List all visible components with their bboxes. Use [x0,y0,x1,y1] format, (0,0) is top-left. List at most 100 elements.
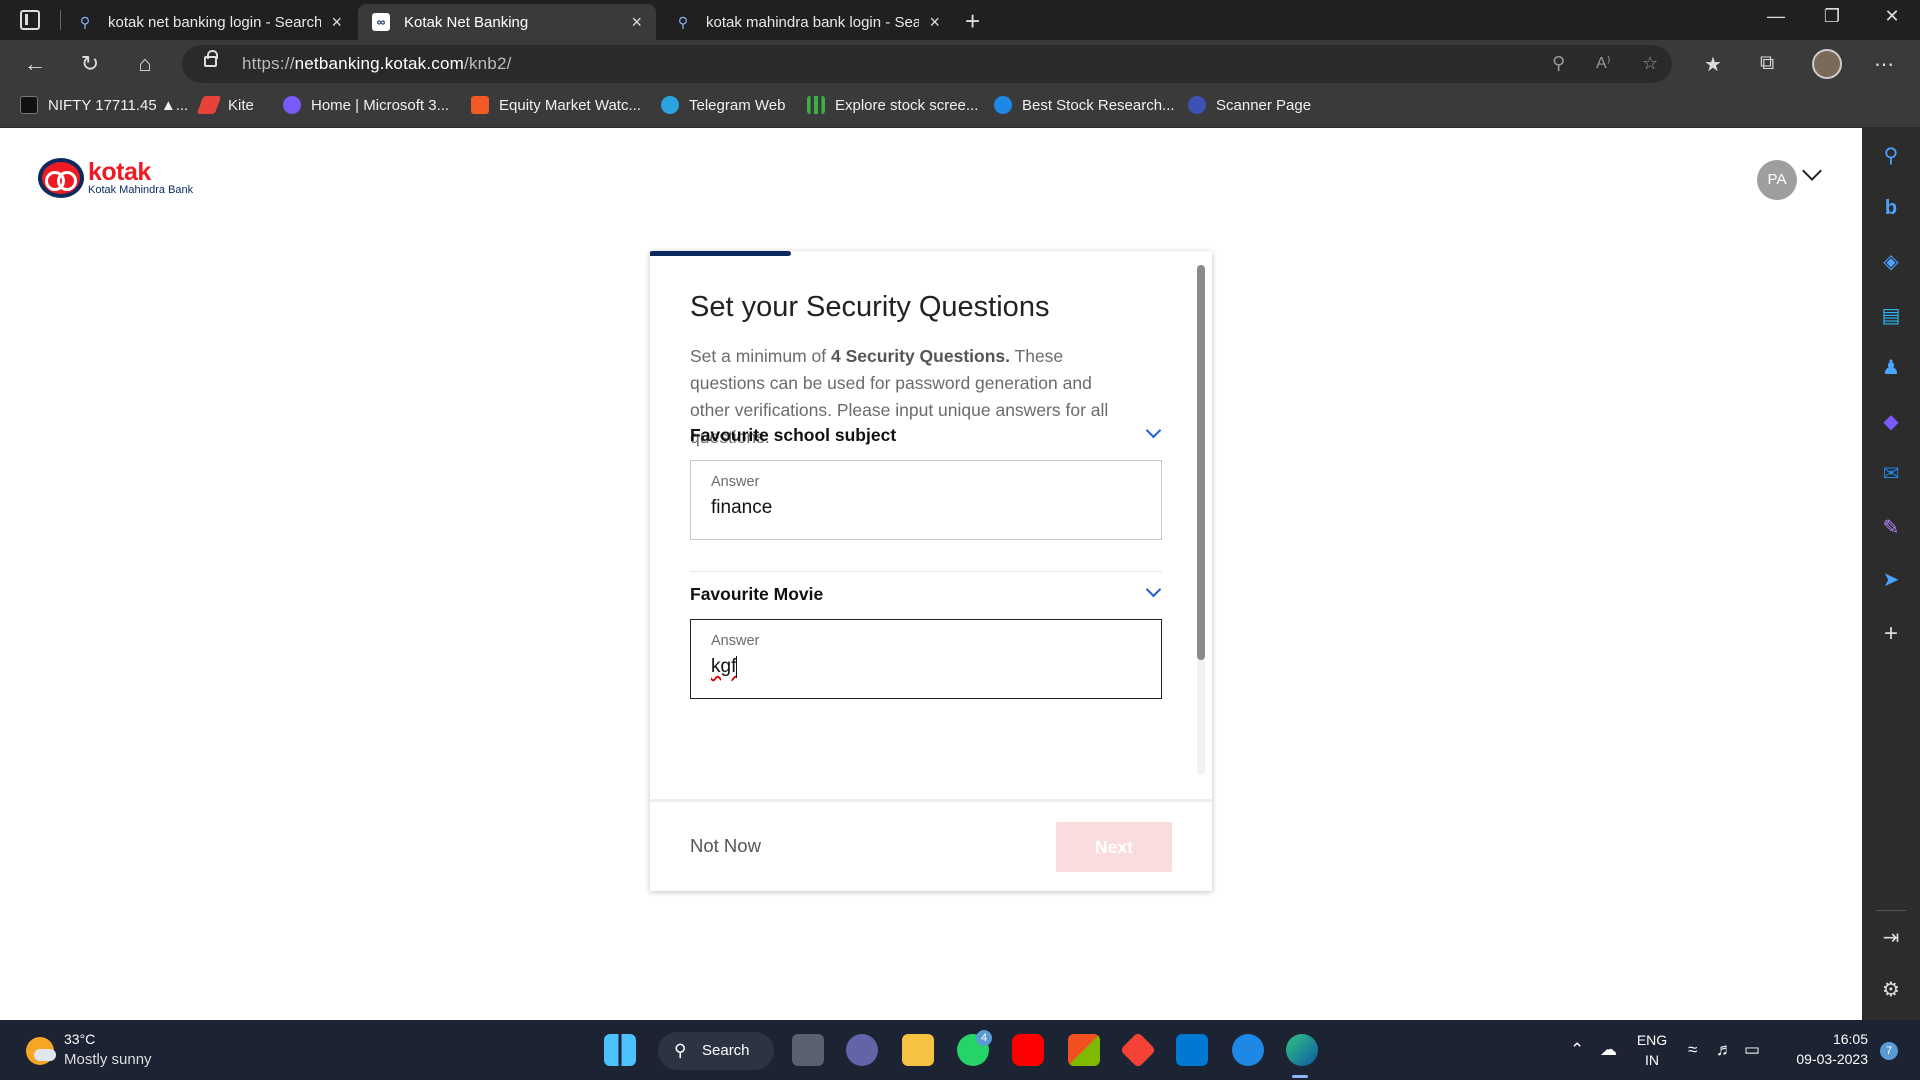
weather-condition[interactable]: Mostly sunny [64,1051,152,1068]
tab-title: kotak mahindra bank login - Search [706,13,920,31]
back-button[interactable]: ← [20,49,50,79]
logo-subtitle: Kotak Mahindra Bank [88,184,194,196]
favorite-kite[interactable]: Kite [196,96,254,114]
weather-temp[interactable]: 33°C [64,1031,95,1047]
bing-chat-icon[interactable]: b [1879,196,1903,220]
add-icon[interactable]: + [1879,622,1903,646]
favorites-bar: NIFTY 17711.45 ▲... Kite Home | Microsof… [0,88,1920,128]
more-menu-icon[interactable]: ⋯ [1874,52,1894,77]
favorite-microsoft365[interactable]: Home | Microsoft 3... [283,96,449,114]
answer-field-1[interactable]: Answer finance [690,460,1162,540]
hide-sidebar-icon[interactable]: ⇥ [1879,926,1903,950]
edge-icon[interactable] [1286,1034,1318,1066]
logo-wordmark: kotak [88,158,151,186]
chevron-down-icon[interactable] [1145,422,1162,439]
answer-label: Answer [711,633,760,649]
chevron-down-icon[interactable] [1802,161,1822,181]
tab-kotak-mahindra-search[interactable]: ⚲ kotak mahindra bank login - Search × [660,4,954,40]
favorites-icon[interactable]: ★ [1704,52,1722,77]
search-icon: ⚲ [79,13,91,30]
microsoft365-icon [283,96,301,114]
start-icon[interactable] [604,1034,636,1066]
answer-field-2[interactable]: Answer kgf [690,619,1162,699]
search-icon: ⚲ [677,13,689,30]
home-button[interactable]: ⌂ [130,49,160,79]
wifi-icon[interactable]: ≈ [1688,1040,1697,1060]
profile-avatar[interactable] [1812,49,1842,79]
tab-kotak-net-banking[interactable]: ∞ Kotak Net Banking × [358,4,656,40]
restore-button[interactable]: ❐ [1812,6,1852,27]
weather-sun-icon[interactable] [26,1037,56,1065]
search-icon[interactable]: ⚲ [1879,144,1903,168]
new-tab-button[interactable]: + [965,6,980,37]
microsoft-store-icon[interactable] [1068,1034,1100,1066]
equity-icon [471,96,489,114]
microsoft365-icon[interactable]: ◆ [1879,410,1903,434]
close-icon[interactable]: × [631,12,642,33]
scrollbar-thumb[interactable] [1197,265,1205,660]
question-select-2[interactable]: Favourite Movie [690,584,823,605]
lock-icon[interactable] [204,50,218,67]
designer-icon[interactable]: ✎ [1879,516,1903,540]
task-view-icon[interactable] [792,1034,824,1066]
tab-actions-icon[interactable] [20,10,40,30]
favorite-telegram[interactable]: Telegram Web [661,96,785,114]
taskbar-search[interactable]: ⚲ Search [658,1032,774,1070]
volume-icon[interactable]: ♬ [1716,1040,1733,1060]
close-window-button[interactable]: ✕ [1872,6,1912,27]
battery-icon[interactable]: ▭ [1744,1040,1760,1060]
tradingview-icon [20,96,38,114]
onedrive-icon[interactable]: ☁ [1600,1040,1617,1060]
edge-sidebar: ⚲ b ◈ ▤ ♟ ◆ ✉ ✎ ➤ + ⇥ ⚙ [1862,128,1920,1020]
kotak-logo[interactable]: kotak Kotak Mahindra Bank [38,158,193,198]
card-scrollbar[interactable] [1197,265,1205,775]
send-icon[interactable]: ➤ [1879,568,1903,592]
chevron-down-icon[interactable] [1145,581,1162,598]
question-select-1[interactable]: Favourite school subject [690,425,896,446]
shopping-tag-icon[interactable]: ◈ [1879,250,1903,274]
tools-icon[interactable]: ▤ [1879,304,1903,328]
next-button[interactable]: Next [1056,822,1172,872]
address-input[interactable]: https://netbanking.kotak.com/knb2/ ⚲ A⁾ … [182,45,1672,83]
add-favorite-icon[interactable]: ☆ [1642,53,1658,74]
favorite-stock-research[interactable]: Best Stock Research... [994,96,1175,114]
tab-title: Kotak Net Banking [404,13,529,31]
scanner-icon [1188,96,1206,114]
refresh-button[interactable]: ↻ [75,49,105,79]
not-now-button[interactable]: Not Now [690,835,761,857]
user-avatar[interactable]: PA [1757,160,1797,200]
gear-icon[interactable]: ⚙ [1879,978,1903,1002]
language-bottom[interactable]: IN [1632,1052,1672,1068]
address-bar-row: ← ↻ ⌂ https://netbanking.kotak.com/knb2/… [0,40,1920,88]
get-help-icon[interactable] [1232,1034,1264,1066]
favorite-stock-screener[interactable]: Explore stock scree... [807,96,978,114]
tab-kotak-search[interactable]: ⚲ kotak net banking login - Search × [62,4,356,40]
file-explorer-icon[interactable] [902,1034,934,1066]
windows-taskbar: 33°C Mostly sunny ⚲ Search 4 ⌃ ☁ ENG IN ≈… [0,1020,1920,1080]
chevron-up-icon[interactable]: ⌃ [1570,1040,1584,1060]
notification-badge[interactable]: 7 [1880,1042,1898,1060]
teams-chat-icon[interactable] [846,1034,878,1066]
minimize-button[interactable]: — [1756,6,1796,27]
clock-time[interactable]: 16:05 [1788,1031,1868,1047]
games-icon[interactable]: ♟ [1879,356,1903,380]
favorite-scanner[interactable]: Scanner Page [1188,96,1311,114]
close-icon[interactable]: × [331,12,342,33]
clock-date[interactable]: 09-03-2023 [1788,1051,1868,1067]
language-top[interactable]: ENG [1632,1032,1672,1048]
favorite-equity-market[interactable]: Equity Market Watc... [471,96,641,114]
progress-bar [650,251,791,256]
youtube-icon[interactable] [1012,1034,1044,1066]
anydesk-icon[interactable] [1119,1031,1157,1069]
page-title: Set your Security Questions [690,291,1050,323]
vscode-icon[interactable] [1176,1034,1208,1066]
security-questions-card: Set your Security Questions Set a minimu… [650,251,1212,891]
close-icon[interactable]: × [929,12,940,33]
collections-icon[interactable]: ⧉ [1760,52,1774,75]
outlook-icon[interactable]: ✉ [1879,462,1903,486]
favorite-nifty[interactable]: NIFTY 17711.45 ▲... [20,96,188,114]
kite-icon [196,96,222,114]
key-icon[interactable]: ⚲ [1552,53,1565,74]
read-aloud-icon[interactable]: A⁾ [1596,53,1611,73]
kotak-logo-icon [38,158,84,198]
